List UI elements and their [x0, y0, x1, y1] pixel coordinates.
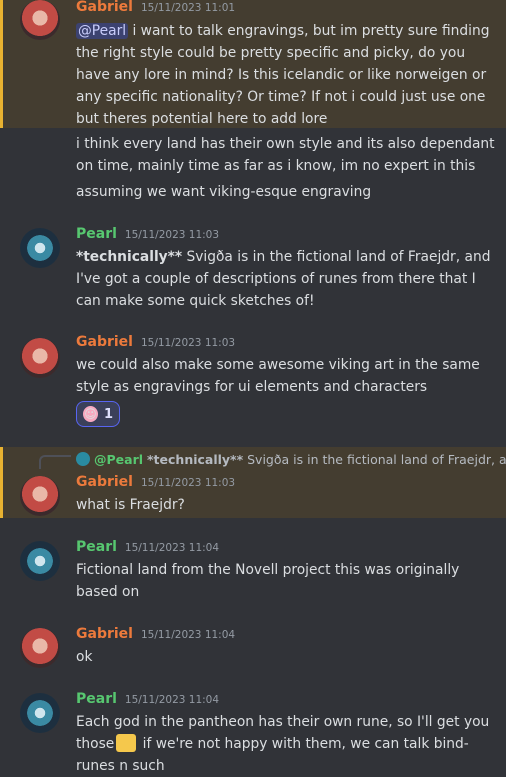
- author-name[interactable]: Gabriel 15/11/2023 11:01: [76, 0, 235, 15]
- message-continuation: i think every land has their own style a…: [0, 133, 506, 207]
- message-text: we could also make some awesome viking a…: [76, 357, 480, 395]
- thumbs-up-icon: [116, 734, 137, 752]
- message-text: *technically** Svigða is in the fictiona…: [76, 246, 496, 312]
- bold-text: *technically**: [76, 249, 183, 265]
- author-name[interactable]: Gabriel 15/11/2023 11:03: [76, 474, 235, 490]
- author-label[interactable]: Gabriel: [76, 474, 133, 490]
- message-text: Fictional land from the Novell project t…: [76, 562, 460, 600]
- reply-connector: [39, 455, 71, 469]
- message-body: i want to talk engravings, but im pretty…: [76, 23, 490, 127]
- timestamp: 15/11/2023 11:03: [124, 229, 220, 241]
- avatar-gabriel[interactable]: [20, 0, 60, 40]
- author-name[interactable]: Gabriel 15/11/2023 11:03: [76, 334, 235, 350]
- reply-bold-text: *technically**: [147, 452, 244, 467]
- message-text: assuming we want viking-esque engraving: [76, 184, 372, 200]
- author-label[interactable]: Pearl: [76, 539, 117, 555]
- author-label[interactable]: Gabriel: [76, 0, 133, 15]
- avatar-gabriel[interactable]: [20, 476, 60, 516]
- timestamp: 15/11/2023 11:01: [140, 2, 236, 14]
- avatar-gabriel[interactable]: [20, 338, 60, 378]
- message: Pearl 15/11/2023 11:04 Fictional land fro…: [0, 539, 506, 609]
- message: Gabriel 15/11/2023 11:04 ok: [0, 626, 506, 674]
- author-name[interactable]: Gabriel 15/11/2023 11:04: [76, 626, 235, 642]
- avatar-pearl[interactable]: [20, 228, 60, 268]
- timestamp: 15/11/2023 11:03: [140, 337, 236, 349]
- user-mention[interactable]: @Pearl: [76, 23, 129, 39]
- message-text: @Pearl i want to talk engravings, but im…: [76, 20, 496, 130]
- author-label[interactable]: Pearl: [76, 691, 117, 707]
- reply-author[interactable]: @Pearl: [94, 452, 143, 467]
- avatar-pearl[interactable]: [20, 541, 60, 581]
- reaction-button[interactable]: ☺ 1: [76, 401, 120, 427]
- message-text: what is Fraejdr?: [76, 497, 185, 513]
- message: Pearl 15/11/2023 11:04 Each god in the pa…: [0, 691, 506, 774]
- reply-preview-text: Svigða is in the fictional land of Fraej…: [243, 452, 506, 467]
- timestamp: 15/11/2023 11:04: [124, 694, 220, 706]
- message-text: ok: [76, 649, 93, 665]
- message-text: Each god in the pantheon has their own r…: [76, 711, 496, 777]
- reply-avatar: [76, 452, 90, 466]
- author-label[interactable]: Gabriel: [76, 334, 133, 350]
- avatar-pearl[interactable]: [20, 693, 60, 733]
- author-name[interactable]: Pearl 15/11/2023 11:03: [76, 226, 219, 242]
- message: Gabriel 15/11/2023 11:03 what is Fraejdr?: [0, 474, 506, 518]
- reaction-count: 1: [103, 406, 113, 422]
- timestamp: 15/11/2023 11:03: [140, 477, 236, 489]
- author-label[interactable]: Pearl: [76, 226, 117, 242]
- reply-reference[interactable]: @Pearl *technically** Svigða is in the f…: [76, 452, 506, 467]
- message: Gabriel 15/11/2023 11:03 we could also ma…: [0, 334, 506, 434]
- blushing-face-icon: ☺: [83, 406, 98, 422]
- message-highlighted: Gabriel 15/11/2023 11:01 @Pearl i want to…: [0, 0, 506, 128]
- author-name[interactable]: Pearl 15/11/2023 11:04: [76, 539, 219, 555]
- avatar-gabriel[interactable]: [20, 628, 60, 668]
- timestamp: 15/11/2023 11:04: [140, 629, 236, 641]
- author-name[interactable]: Pearl 15/11/2023 11:04: [76, 691, 219, 707]
- author-label[interactable]: Gabriel: [76, 626, 133, 642]
- message-text: i think every land has their own style a…: [76, 136, 495, 174]
- message: Pearl 15/11/2023 11:03 *technically** Svi…: [0, 226, 506, 318]
- timestamp: 15/11/2023 11:04: [124, 542, 220, 554]
